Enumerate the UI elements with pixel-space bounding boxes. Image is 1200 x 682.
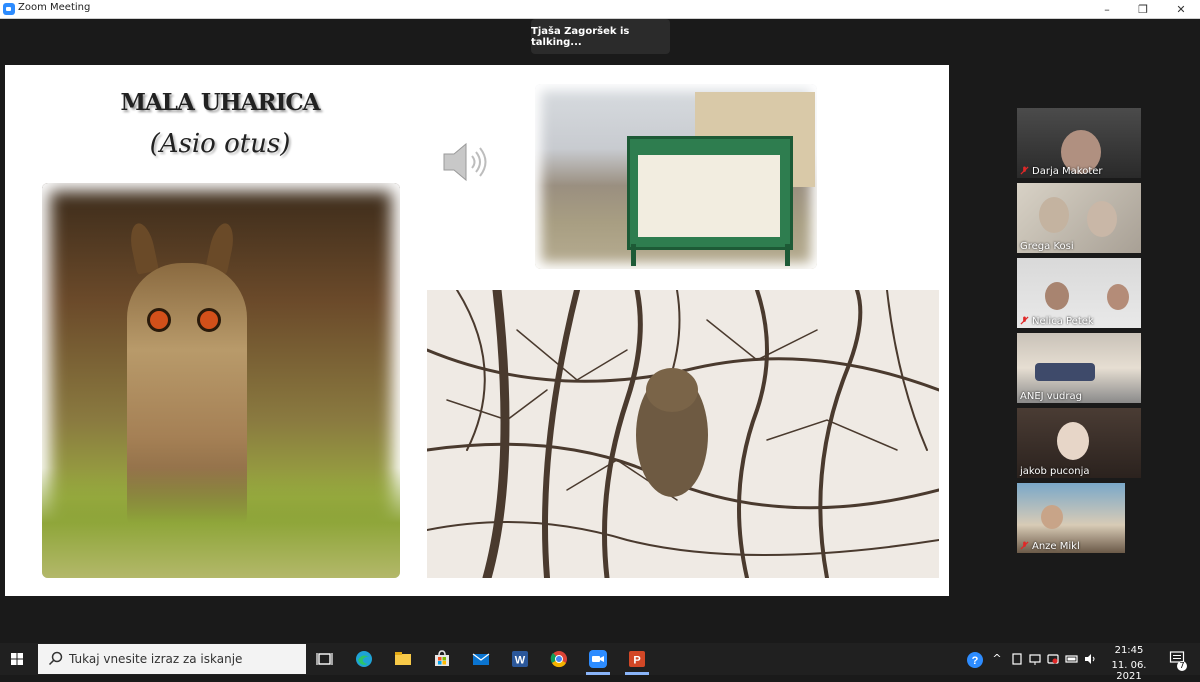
svg-text:?: ? [972,655,979,667]
participant-avatar [1107,284,1129,310]
help-icon[interactable]: ? [966,651,984,669]
audio-speaker-icon[interactable] [440,139,490,185]
park-board-post-left [631,244,636,266]
zoom-icon[interactable] [588,649,608,669]
windows-start-icon[interactable] [11,653,23,665]
edge-browser-icon[interactable] [354,649,374,669]
minimize-button[interactable]: – [1088,0,1126,18]
park-sign-photo [535,84,817,269]
chrome-icon[interactable] [549,649,569,669]
svg-text:P: P [633,655,640,667]
owl-eye-right [197,308,221,332]
window-title: Zoom Meeting [18,2,91,13]
participant-name: Grega Kosi [1020,241,1074,252]
tree-branches-drawing [427,290,939,578]
participant-tile[interactable]: Anze Mikl [1017,483,1125,553]
powerpoint-icon[interactable]: P [627,649,647,669]
participant-avatar [1087,201,1117,237]
muted-mic-icon [1020,316,1029,325]
window-titlebar: Zoom Meeting – ❐ ✕ [0,0,1200,19]
close-button[interactable]: ✕ [1162,0,1200,18]
participant-avatar [1057,422,1089,460]
store-icon[interactable] [432,649,452,669]
shared-screen-slide: MALA UHARICA (Asio otus) [5,65,949,596]
talking-indicator: Tjaša Zagoršek is talking... [531,19,670,54]
participant-tile[interactable]: Nelica Petek [1017,258,1141,328]
clock-time[interactable]: 21:45 [1103,645,1155,656]
owl-eye-left [147,308,171,332]
park-board-post-right [785,244,790,266]
participant-tile[interactable]: Darja Makoter [1017,108,1141,178]
file-explorer-icon[interactable] [393,649,413,669]
search-icon [48,651,63,666]
participant-name: Nelica Petek [1032,316,1094,327]
battery-icon[interactable] [1065,652,1079,666]
owl-grass [42,468,400,578]
participant-name: ANEJ vudrag [1020,391,1082,402]
volume-icon[interactable] [1083,652,1097,666]
notification-count-badge: 7 [1177,661,1187,671]
svg-text:W: W [515,655,526,667]
chevron-up-icon[interactable]: ^ [990,652,1004,666]
muted-mic-icon [1020,166,1029,175]
clock-date[interactable]: 11. 06. 2021 [1101,660,1157,682]
word-icon[interactable]: W [510,649,530,669]
participant-avatar [1039,197,1069,233]
taskbar-search-box[interactable]: Tukaj vnesite izraz za iskanje [38,644,306,674]
park-board-poster [638,155,780,237]
slide-title: MALA UHARICA [120,89,321,116]
windows-taskbar: Tukaj vnesite izraz za iskanje W P ? ^ 2… [0,643,1200,682]
mail-icon[interactable] [471,649,491,669]
slide-subtitle: (Asio otus) [149,129,291,159]
participant-avatar [1041,505,1063,529]
participant-name: Darja Makoter [1032,166,1103,177]
search-placeholder: Tukaj vnesite izraz za iskanje [69,652,243,666]
participant-tile[interactable]: ANEJ vudrag [1017,333,1141,403]
park-information-board [627,136,793,250]
participant-avatar [1045,282,1069,310]
participant-tile[interactable]: Grega Kosi [1017,183,1141,253]
muted-mic-icon [1020,541,1029,550]
owl-photo [42,183,400,578]
network-icon[interactable] [1028,652,1042,666]
zoom-app-icon [3,3,15,15]
participant-name: jakob puconja [1020,466,1090,477]
participant-tile[interactable]: jakob puconja [1017,408,1141,478]
device-icon[interactable] [1010,652,1024,666]
owl-ear-left [127,221,159,275]
owl-in-tree-photo [427,290,939,578]
maximize-button[interactable]: ❐ [1124,0,1162,18]
participant-name: Anze Mikl [1032,541,1080,552]
camera-warning-icon[interactable] [1046,652,1060,666]
participant-bed [1035,363,1095,381]
task-view-icon[interactable] [315,649,335,669]
